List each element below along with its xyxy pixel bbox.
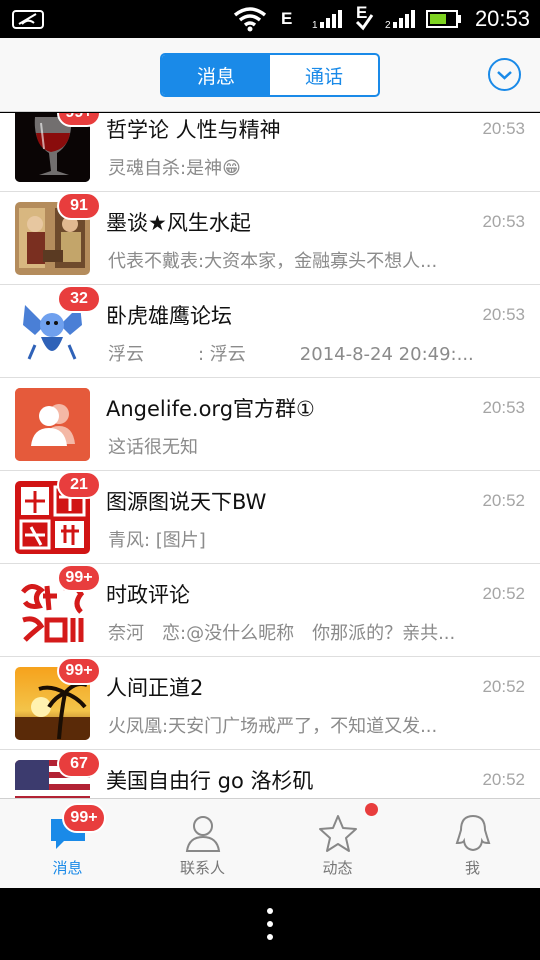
- bottom-tab-bar: 99+ 消息 联系人 动态 我: [0, 798, 540, 888]
- conversation-item[interactable]: 99+ 人间正道2 20:52 火凤凰:天安门广场戒严了，不知道又发...: [0, 657, 540, 750]
- conversation-time: 20:52: [482, 491, 525, 510]
- conversation-name: 时政评论: [106, 583, 190, 607]
- conversation-time: 20:53: [482, 119, 525, 138]
- unread-badge: 21: [57, 471, 101, 499]
- unread-badge: 99+: [57, 113, 101, 127]
- conversation-preview: 代表不戴表:大资本家，金融寡头不想人...: [108, 251, 438, 272]
- conversation-name: 人间正道2: [106, 676, 204, 700]
- conversation-preview: 青风: [图片]: [108, 530, 206, 551]
- segmented-control: 消息 通话: [160, 53, 380, 97]
- overflow-menu-icon[interactable]: [266, 908, 274, 940]
- conversation-time: 20:52: [482, 677, 525, 696]
- conversation-preview: 这话很无知: [108, 437, 198, 458]
- conversation-name: 美国自由行 go 洛杉矶: [106, 769, 314, 793]
- contact-person-icon: [183, 813, 223, 853]
- unread-badge: 67: [57, 750, 101, 778]
- signal-icon: 1: [312, 0, 344, 38]
- group-contact-icon: [15, 388, 90, 461]
- app-header: 消息 通话: [0, 38, 540, 112]
- star-icon: [318, 813, 358, 853]
- tab-messages[interactable]: 消息: [162, 55, 270, 95]
- penguin-icon: [453, 813, 493, 853]
- conversation-name: 哲学论 人性与精神: [106, 118, 281, 142]
- svg-text:2: 2: [385, 20, 391, 29]
- status-bar: E 1 E 2 20:53: [0, 0, 540, 38]
- conversation-time: 20:53: [482, 398, 525, 417]
- clock: 20:53: [474, 6, 530, 31]
- tab-label: 联系人: [179, 859, 225, 877]
- conversation-item[interactable]: 67 美国自由行 go 洛杉矶 20:52: [0, 750, 540, 798]
- tab-feed[interactable]: 动态: [270, 799, 405, 889]
- conversation-preview: 奈河 恋:@没什么昵称 你那派的？亲共...: [108, 623, 456, 644]
- conversation-time: 20:53: [482, 305, 525, 324]
- notification-icon: [12, 0, 44, 38]
- conversation-item[interactable]: 21 图源图说天下BW 20:52 青风: [图片]: [0, 471, 540, 564]
- tab-messages-bottom[interactable]: 99+ 消息: [0, 799, 135, 889]
- conversation-time: 20:52: [482, 584, 525, 603]
- conversation-name: Angelife.org官方群①: [106, 397, 315, 421]
- conversation-preview: 浮云 : 浮云 2014-8-24 20:49:...: [108, 344, 474, 365]
- notification-dot: [365, 803, 378, 816]
- conversation-name: 图源图说天下BW: [106, 490, 267, 514]
- network-type-label: E: [281, 9, 293, 28]
- wifi-icon: [233, 0, 267, 38]
- svg-text:1: 1: [312, 20, 318, 29]
- unread-badge: 99+: [57, 657, 101, 685]
- unread-badge: 99+: [57, 564, 101, 592]
- conversation-item[interactable]: Angelife.org官方群① 20:53 这话很无知: [0, 378, 540, 471]
- conversation-list[interactable]: 99+ 哲学论 人性与精神 20:53 灵魂自杀:是神😁 91 墨谈★风生水起 …: [0, 113, 540, 798]
- tab-calls[interactable]: 通话: [270, 55, 378, 95]
- unread-badge: 91: [57, 192, 101, 220]
- chevron-down-circle-icon[interactable]: [488, 58, 521, 91]
- conversation-name: 墨谈★风生水起: [106, 211, 251, 235]
- signal-icon-2: 2: [385, 0, 417, 38]
- conversation-item[interactable]: 32 卧虎雄鹰论坛 20:53 浮云 : 浮云 2014-8-24 20:49:…: [0, 285, 540, 378]
- conversation-time: 20:52: [482, 770, 525, 789]
- unread-badge: 32: [57, 285, 101, 313]
- tab-label: 我: [464, 859, 480, 877]
- conversation-preview: 火凤凰:天安门广场戒严了，不知道又发...: [108, 716, 438, 737]
- tab-contacts[interactable]: 联系人: [135, 799, 270, 889]
- conversation-preview: 灵魂自杀:是神😁: [108, 158, 241, 179]
- conversation-item[interactable]: 99+ 时政评论 20:52 奈河 恋:@没什么昵称 你那派的？亲共...: [0, 564, 540, 657]
- tab-me[interactable]: 我: [405, 799, 540, 889]
- tab-label: 消息: [52, 859, 83, 877]
- unread-badge: 99+: [62, 803, 106, 833]
- tab-label: 动态: [322, 859, 353, 877]
- system-nav-bar: [0, 888, 540, 960]
- conversation-item[interactable]: 91 墨谈★风生水起 20:53 代表不戴表:大资本家，金融寡头不想人...: [0, 192, 540, 285]
- battery-icon: [426, 0, 462, 38]
- data-transfer-icon: [354, 10, 374, 32]
- conversation-name: 卧虎雄鹰论坛: [106, 304, 232, 328]
- conversation-time: 20:53: [482, 212, 525, 231]
- conversation-item[interactable]: 99+ 哲学论 人性与精神 20:53 灵魂自杀:是神😁: [0, 113, 540, 192]
